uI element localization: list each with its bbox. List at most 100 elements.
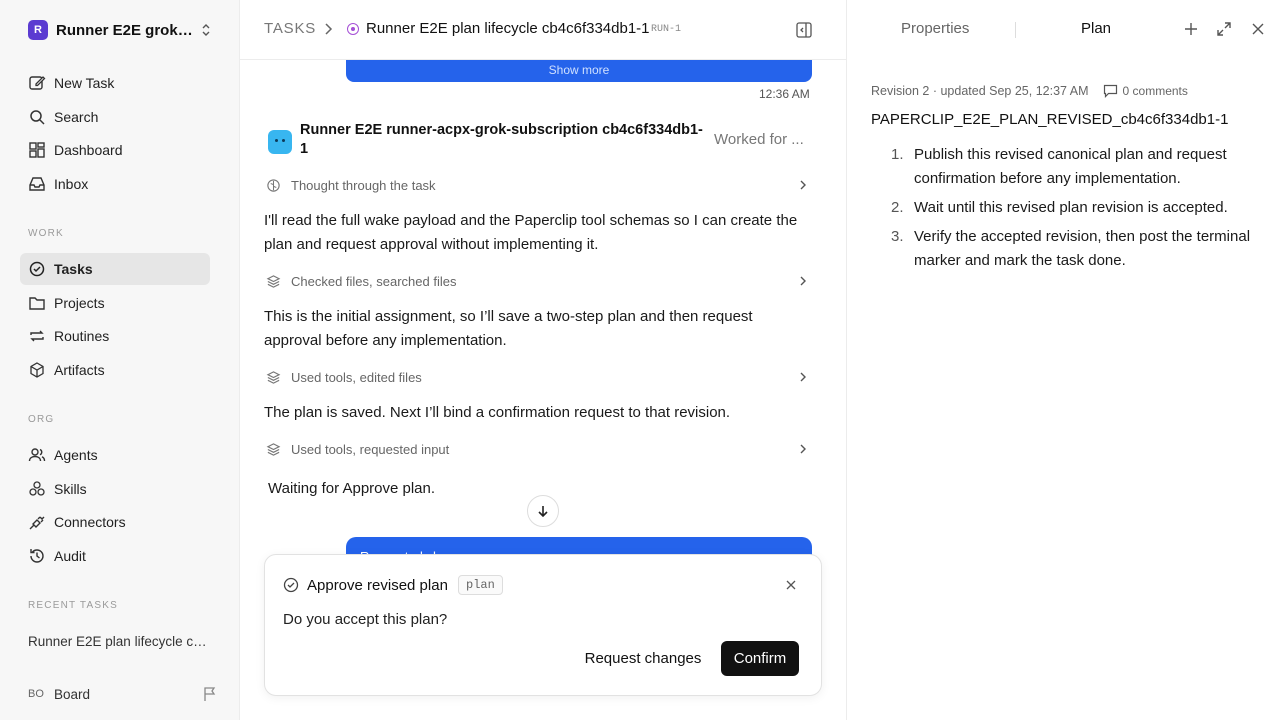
sidebar-item-tasks[interactable]: Tasks [20, 253, 210, 285]
cube-icon [30, 362, 44, 378]
scroll-to-bottom-button[interactable] [527, 495, 559, 527]
panel-tabs: Properties Plan [847, 0, 1280, 60]
chevron-right-icon [800, 372, 806, 382]
step-label: Used tools, requested input [291, 441, 450, 457]
request-changes-button[interactable]: Request changes [577, 641, 709, 676]
skills-icon [29, 481, 45, 496]
message-timestamp: 12:36 AM [759, 87, 810, 101]
sidebar-item-label: Routines [54, 328, 110, 344]
message-paragraph: I'll read the full wake payload and the … [264, 212, 798, 253]
sidebar-item-label: Projects [54, 295, 105, 311]
step-label: Used tools, edited files [291, 369, 422, 385]
confirm-button[interactable]: Confirm [721, 641, 799, 676]
plan-step-text: Publish this revised canonical plan and … [914, 146, 1227, 187]
approval-card: Approve revised plan plan Do you accept … [264, 554, 822, 696]
expand-icon[interactable] [1216, 21, 1232, 37]
page-title: Runner E2E plan lifecycle cb4c6f334db1-1 [366, 20, 650, 37]
check-circle-icon [283, 577, 299, 593]
show-more-button[interactable]: Show more [346, 58, 812, 82]
workspace-logo: R [28, 20, 48, 40]
message-paragraph: The plan is saved. Next I’ll bind a conf… [264, 404, 731, 421]
sidebar-item-artifacts[interactable]: Artifacts [20, 354, 210, 386]
sidebar-item-label: Connectors [54, 514, 126, 530]
repeat-icon [30, 330, 44, 342]
step-label: Checked files, searched files [291, 273, 457, 289]
board-user[interactable]: BO Board [28, 684, 218, 704]
plan-step-number: 1. [891, 146, 904, 163]
sidebar-item-label: Skills [54, 481, 87, 497]
step-checked-files[interactable]: Checked files, searched files [266, 271, 812, 291]
sidebar-item-projects[interactable]: Projects [20, 287, 210, 319]
sidebar-item-audit[interactable]: Audit [20, 540, 210, 572]
workspace-name: Runner E2E grok-subscription [56, 21, 196, 39]
revision-info: Revision 2 · updated Sep 25, 12:37 AM 0 … [871, 84, 1188, 98]
comments-count: 0 comments [1122, 84, 1188, 98]
sidebar-item-dashboard[interactable]: Dashboard [20, 134, 210, 166]
status-icon [347, 23, 359, 35]
message-paragraph: This is the initial assignment, so I’ll … [264, 308, 753, 349]
folder-icon [29, 297, 45, 310]
plan-list: 1. Publish this revised canonical plan an… [871, 143, 1261, 278]
worked-for-status[interactable]: Worked for ... [714, 131, 804, 148]
sidebar-item-inbox[interactable]: Inbox [20, 168, 210, 200]
main-content: TASKS Runner E2E plan lifecycle cb4c6f33… [240, 0, 846, 720]
breadcrumb: TASKS Runner E2E plan lifecycle cb4c6f33… [240, 0, 846, 60]
show-more-label: Show more [548, 63, 610, 77]
workspace-switcher[interactable]: R Runner E2E grok-subscription [28, 19, 218, 41]
toggle-panel-icon[interactable] [795, 21, 813, 39]
step-requested-input[interactable]: Used tools, requested input [266, 439, 812, 459]
plus-icon[interactable] [1183, 21, 1199, 37]
sidebar-item-label: Inbox [54, 176, 89, 192]
right-panel: Properties Plan Revision 2 · updated Sep… [846, 0, 1280, 720]
close-icon[interactable] [1252, 23, 1264, 35]
chevron-up-down-icon [202, 24, 210, 36]
layers-icon [266, 274, 281, 288]
recent-task-item[interactable]: Runner E2E plan lifecycle cb4c6f334db1-1 [28, 634, 208, 649]
pencil-square-icon [29, 76, 46, 90]
arrow-down-icon [538, 506, 548, 518]
chevron-right-icon [325, 23, 333, 35]
agent-name: Runner E2E runner-acpx-grok-subscription… [300, 122, 703, 157]
sidebar-item-label: Search [54, 109, 99, 125]
plan-step: 1. Publish this revised canonical plan an… [871, 143, 1261, 191]
comments-link[interactable]: 0 comments [1103, 84, 1188, 98]
breadcrumb-tasks[interactable]: TASKS [264, 20, 316, 37]
board-label: Board [54, 686, 91, 702]
tab-properties[interactable]: Properties [901, 20, 969, 37]
tab-plan[interactable]: Plan [1081, 20, 1111, 37]
check-circle-icon [29, 261, 45, 277]
sidebar-item-label: Artifacts [54, 362, 105, 378]
brain-icon [267, 178, 280, 192]
plan-step-number: 2. [891, 199, 904, 216]
sidebar-item-label: Dashboard [54, 142, 123, 158]
step-thought[interactable]: Thought through the task [266, 175, 812, 195]
sidebar-item-new-task[interactable]: New Task [20, 67, 210, 99]
chevron-right-icon [800, 444, 806, 454]
sidebar-item-connectors[interactable]: Connectors [20, 506, 210, 538]
chevron-right-icon [800, 180, 806, 190]
sidebar-item-routines[interactable]: Routines [20, 320, 210, 352]
sidebar-item-search[interactable]: Search [20, 101, 210, 133]
section-label-recent: RECENT TASKS [28, 600, 118, 611]
flag-icon[interactable] [202, 686, 218, 702]
tab-divider [1015, 22, 1016, 38]
sidebar: R Runner E2E grok-subscription New Task … [0, 0, 240, 720]
layers-icon [266, 442, 281, 456]
search-icon [30, 110, 45, 125]
revision-text: Revision 2 · updated Sep 25, 12:37 AM [871, 84, 1089, 98]
sidebar-item-label: New Task [54, 75, 115, 91]
chevron-right-icon [800, 276, 806, 286]
step-label: Thought through the task [291, 177, 436, 193]
layers-icon [266, 370, 281, 384]
plug-icon [29, 516, 45, 530]
inbox-icon [29, 177, 45, 191]
comment-icon [1103, 84, 1117, 98]
plan-step-number: 3. [891, 228, 904, 245]
plan-step: 3. Verify the accepted revision, then pos… [871, 225, 1261, 273]
sidebar-item-skills[interactable]: Skills [20, 473, 210, 505]
step-edited-files[interactable]: Used tools, edited files [266, 367, 812, 387]
approval-title: Approve revised plan [307, 577, 448, 594]
section-label-org: ORG [28, 414, 55, 425]
close-icon[interactable] [785, 579, 797, 591]
sidebar-item-agents[interactable]: Agents [20, 439, 210, 471]
